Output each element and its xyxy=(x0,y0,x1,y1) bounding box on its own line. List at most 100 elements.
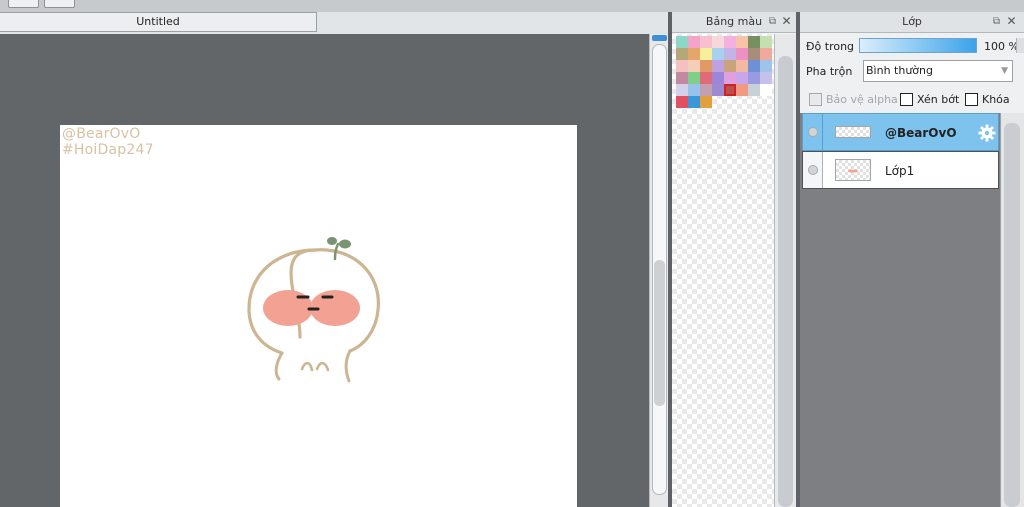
body-line xyxy=(300,361,314,372)
visibility-toggle[interactable] xyxy=(808,165,818,175)
color-swatch[interactable] xyxy=(724,60,736,72)
cheek-left xyxy=(263,290,313,326)
color-swatch[interactable] xyxy=(676,84,688,96)
color-swatch[interactable] xyxy=(724,84,736,96)
color-swatch[interactable] xyxy=(736,72,748,84)
color-swatch[interactable] xyxy=(748,36,760,48)
layer-list: @BearOvO Lớp1 xyxy=(800,113,1024,507)
color-swatch[interactable] xyxy=(688,72,700,84)
palette-vertical-scrollbar[interactable] xyxy=(774,34,796,507)
opacity-spinner[interactable] xyxy=(1016,38,1024,53)
canvas-workspace[interactable]: @BearOvO #HoiDap247 xyxy=(0,34,649,507)
opacity-slider[interactable] xyxy=(859,38,977,53)
drawing-canvas[interactable]: @BearOvO #HoiDap247 xyxy=(60,125,577,507)
document-tab-bar: Untitled xyxy=(0,12,668,34)
color-swatch[interactable] xyxy=(700,72,712,84)
color-swatch[interactable] xyxy=(748,48,760,60)
color-swatch[interactable] xyxy=(748,60,760,72)
color-swatch[interactable] xyxy=(676,36,688,48)
color-swatch[interactable] xyxy=(736,36,748,48)
color-swatch[interactable] xyxy=(688,48,700,60)
color-swatch[interactable] xyxy=(688,84,700,96)
color-swatch[interactable] xyxy=(724,72,736,84)
color-swatch[interactable] xyxy=(736,48,748,60)
color-swatch[interactable] xyxy=(700,84,712,96)
layer-thumbnail xyxy=(835,159,871,181)
color-swatch[interactable] xyxy=(760,36,772,48)
color-swatch[interactable] xyxy=(712,60,724,72)
color-swatch[interactable] xyxy=(736,60,748,72)
close-icon[interactable]: ✕ xyxy=(781,15,792,27)
blend-mode-value: Bình thường xyxy=(866,64,933,77)
lock-label: Khóa xyxy=(982,93,1010,106)
color-swatch[interactable] xyxy=(676,72,688,84)
gear-icon[interactable] xyxy=(978,124,996,142)
layer-row[interactable]: Lớp1 xyxy=(802,151,999,189)
body-line xyxy=(274,351,284,381)
scrollbar-thumb[interactable] xyxy=(1004,123,1020,507)
visibility-toggle[interactable] xyxy=(808,127,818,137)
popout-icon[interactable]: ⧉ xyxy=(767,16,778,27)
chevron-down-icon: ▼ xyxy=(1001,66,1008,76)
sprout-leaf xyxy=(327,237,337,245)
color-swatch[interactable] xyxy=(700,96,712,108)
lock-checkbox-box[interactable] xyxy=(965,93,978,106)
palette-panel-title: Bảng màu xyxy=(705,15,763,28)
color-swatch[interactable] xyxy=(676,48,688,60)
clipping-label: Xén bớt xyxy=(917,93,960,106)
color-swatch[interactable] xyxy=(760,60,772,72)
color-swatch[interactable] xyxy=(712,48,724,60)
blend-mode-select[interactable]: Bình thường ▼ xyxy=(863,60,1013,82)
color-swatch[interactable] xyxy=(760,84,772,96)
opacity-label: Độ trong xyxy=(806,40,855,53)
color-swatch[interactable] xyxy=(724,36,736,48)
document-tab[interactable]: Untitled xyxy=(0,12,317,32)
layer-name[interactable]: Lớp1 xyxy=(885,164,914,178)
sprout-leaf xyxy=(339,239,351,249)
visibility-column xyxy=(803,152,823,188)
layer-panel-header: Lớp ⧉ ✕ xyxy=(800,12,1024,33)
color-swatch[interactable] xyxy=(676,96,688,108)
toolbar-button[interactable] xyxy=(8,0,39,8)
layer-name[interactable]: @BearOvO xyxy=(885,126,957,140)
canvas-vertical-scrollbar[interactable] xyxy=(649,34,668,507)
scroll-indicator xyxy=(652,35,667,41)
layer-row-selected[interactable]: @BearOvO xyxy=(802,113,999,151)
color-swatch[interactable] xyxy=(700,48,712,60)
toolbar-button[interactable] xyxy=(44,0,75,8)
clipping-checkbox-box[interactable] xyxy=(900,93,913,106)
popout-icon[interactable]: ⧉ xyxy=(991,16,1002,27)
color-swatch[interactable] xyxy=(724,48,736,60)
body-line xyxy=(344,349,352,383)
opacity-value: 100 % xyxy=(984,40,1019,53)
color-swatch[interactable] xyxy=(688,96,700,108)
blend-label: Pha trộn xyxy=(806,65,853,78)
scrollbar-track[interactable] xyxy=(652,44,667,495)
color-swatch[interactable] xyxy=(688,36,700,48)
color-swatch[interactable] xyxy=(760,72,772,84)
color-swatch[interactable] xyxy=(700,36,712,48)
layer-thumbnail-preview xyxy=(848,169,858,173)
canvas-drawing xyxy=(247,237,380,383)
color-swatch[interactable] xyxy=(736,84,748,96)
palette-panel-header: Bảng màu ⧉ ✕ xyxy=(672,12,796,33)
color-swatch[interactable] xyxy=(760,48,772,60)
color-swatch[interactable] xyxy=(712,72,724,84)
scrollbar-thumb[interactable] xyxy=(654,260,665,406)
color-swatch[interactable] xyxy=(688,60,700,72)
color-palette-panel: Bảng màu ⧉ ✕ xyxy=(672,12,796,507)
color-swatch[interactable] xyxy=(712,84,724,96)
layer-panel: Lớp ⧉ ✕ Độ trong 100 % Pha trộn Bình thư… xyxy=(800,12,1024,507)
color-swatch[interactable] xyxy=(712,36,724,48)
close-icon[interactable]: ✕ xyxy=(1006,15,1017,27)
color-swatch[interactable] xyxy=(748,84,760,96)
color-swatch[interactable] xyxy=(748,72,760,84)
body-line xyxy=(315,361,330,372)
color-swatch[interactable] xyxy=(700,60,712,72)
scrollbar-thumb[interactable] xyxy=(778,56,793,507)
layer-list-scrollbar[interactable] xyxy=(1000,113,1024,507)
protect-alpha-checkbox-box xyxy=(809,93,822,106)
protect-alpha-label: Bảo vệ alpha xyxy=(826,93,898,106)
layer-thumbnail xyxy=(835,126,871,138)
color-swatch[interactable] xyxy=(676,60,688,72)
